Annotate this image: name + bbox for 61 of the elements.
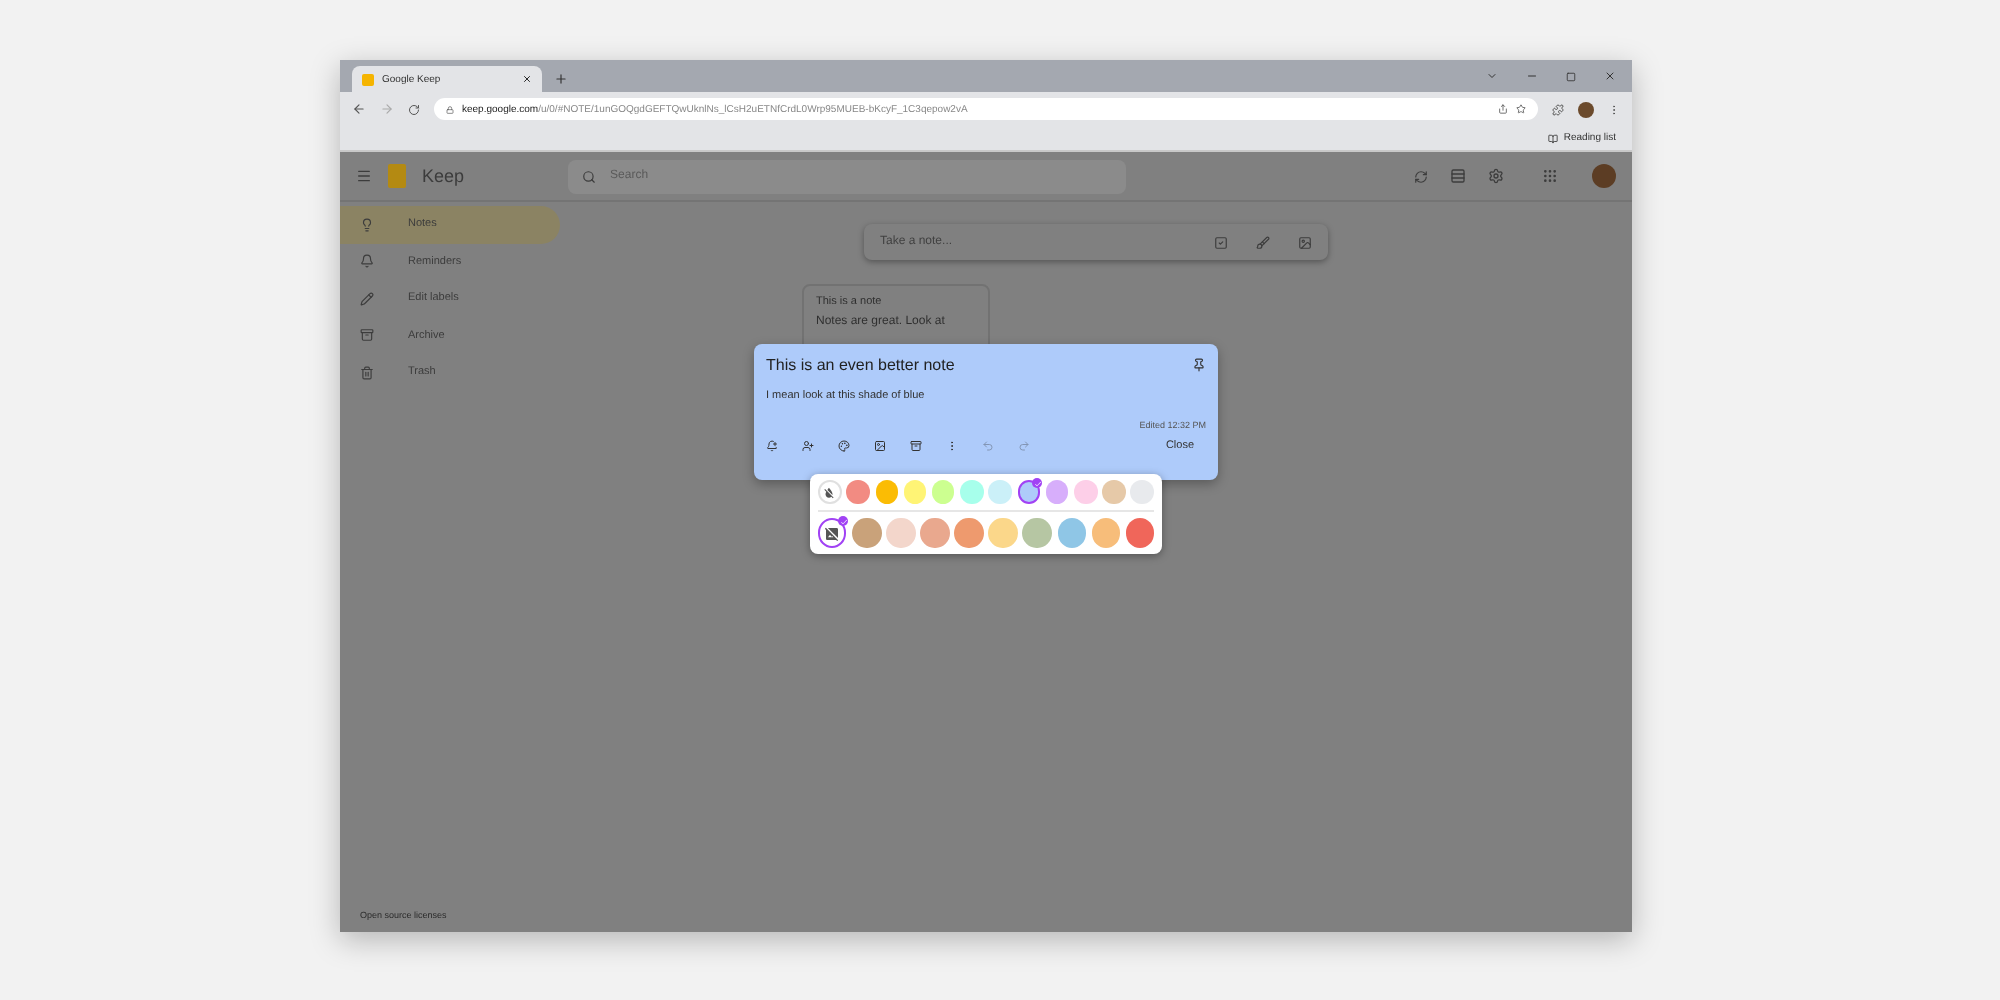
bell-plus-icon[interactable]	[766, 440, 778, 452]
forward-icon[interactable]	[380, 102, 394, 116]
pin-icon[interactable]	[1192, 358, 1206, 372]
avatar[interactable]	[1592, 164, 1616, 188]
no-image-icon	[824, 525, 841, 541]
back-icon[interactable]	[352, 102, 366, 116]
settings-icon[interactable]	[1488, 168, 1504, 184]
minimize-icon[interactable]	[1526, 70, 1538, 82]
background-swatch[interactable]	[852, 518, 882, 548]
brush-icon[interactable]	[1256, 235, 1270, 249]
search-icon	[582, 169, 597, 183]
menu-icon[interactable]	[356, 168, 372, 184]
refresh-icon[interactable]	[1414, 169, 1428, 183]
color-swatch[interactable]	[875, 480, 899, 504]
no-color-swatch[interactable]	[818, 480, 842, 504]
pencil-icon	[360, 291, 374, 306]
avatar[interactable]	[1578, 101, 1594, 117]
background-swatch[interactable]	[920, 518, 950, 548]
palette-icon[interactable]	[838, 440, 850, 452]
background-swatch[interactable]	[1125, 518, 1155, 548]
color-swatch[interactable]	[1074, 480, 1098, 504]
no-background-swatch[interactable]	[818, 518, 847, 548]
color-swatch[interactable]	[1017, 480, 1041, 504]
puzzle-icon[interactable]	[1552, 103, 1564, 115]
lock-icon	[446, 105, 454, 113]
book-icon	[1547, 133, 1558, 143]
list-view-icon[interactable]	[1450, 168, 1466, 184]
chevron-down-icon[interactable]	[1486, 70, 1498, 82]
color-swatch[interactable]	[931, 480, 955, 504]
background-swatch[interactable]	[1057, 518, 1086, 548]
app-name: Keep	[422, 166, 465, 186]
maximize-icon[interactable]	[1566, 71, 1576, 81]
keep-favicon-icon	[362, 73, 374, 85]
archive-icon[interactable]	[910, 440, 922, 452]
background-swatch[interactable]	[886, 518, 916, 548]
color-swatch[interactable]	[846, 480, 870, 504]
background-swatch[interactable]	[1022, 518, 1052, 548]
color-swatch[interactable]	[960, 480, 984, 504]
checkbox-icon[interactable]	[1214, 235, 1228, 249]
reload-icon[interactable]	[408, 103, 420, 115]
background-swatch[interactable]	[954, 518, 984, 548]
archive-icon	[360, 328, 374, 343]
trash-icon	[360, 365, 374, 380]
lightbulb-icon	[360, 217, 374, 232]
bell-icon	[360, 254, 374, 269]
person-plus-icon[interactable]	[802, 440, 814, 452]
background-swatch[interactable]	[988, 518, 1018, 548]
no-color-icon	[822, 485, 837, 499]
color-swatch[interactable]	[1102, 480, 1126, 504]
keep-logo-icon	[388, 164, 406, 188]
background-swatch[interactable]	[1091, 518, 1120, 548]
color-swatch[interactable]	[988, 480, 1012, 504]
close-icon[interactable]	[1604, 70, 1616, 82]
color-swatch[interactable]	[1045, 480, 1069, 504]
image-icon[interactable]	[874, 440, 886, 452]
apps-icon[interactable]	[1542, 168, 1558, 184]
color-swatch[interactable]	[903, 480, 927, 504]
share-icon[interactable]	[1498, 104, 1508, 114]
new-tab-icon[interactable]	[554, 72, 568, 86]
star-icon[interactable]	[1516, 104, 1526, 114]
check-icon	[838, 516, 849, 526]
